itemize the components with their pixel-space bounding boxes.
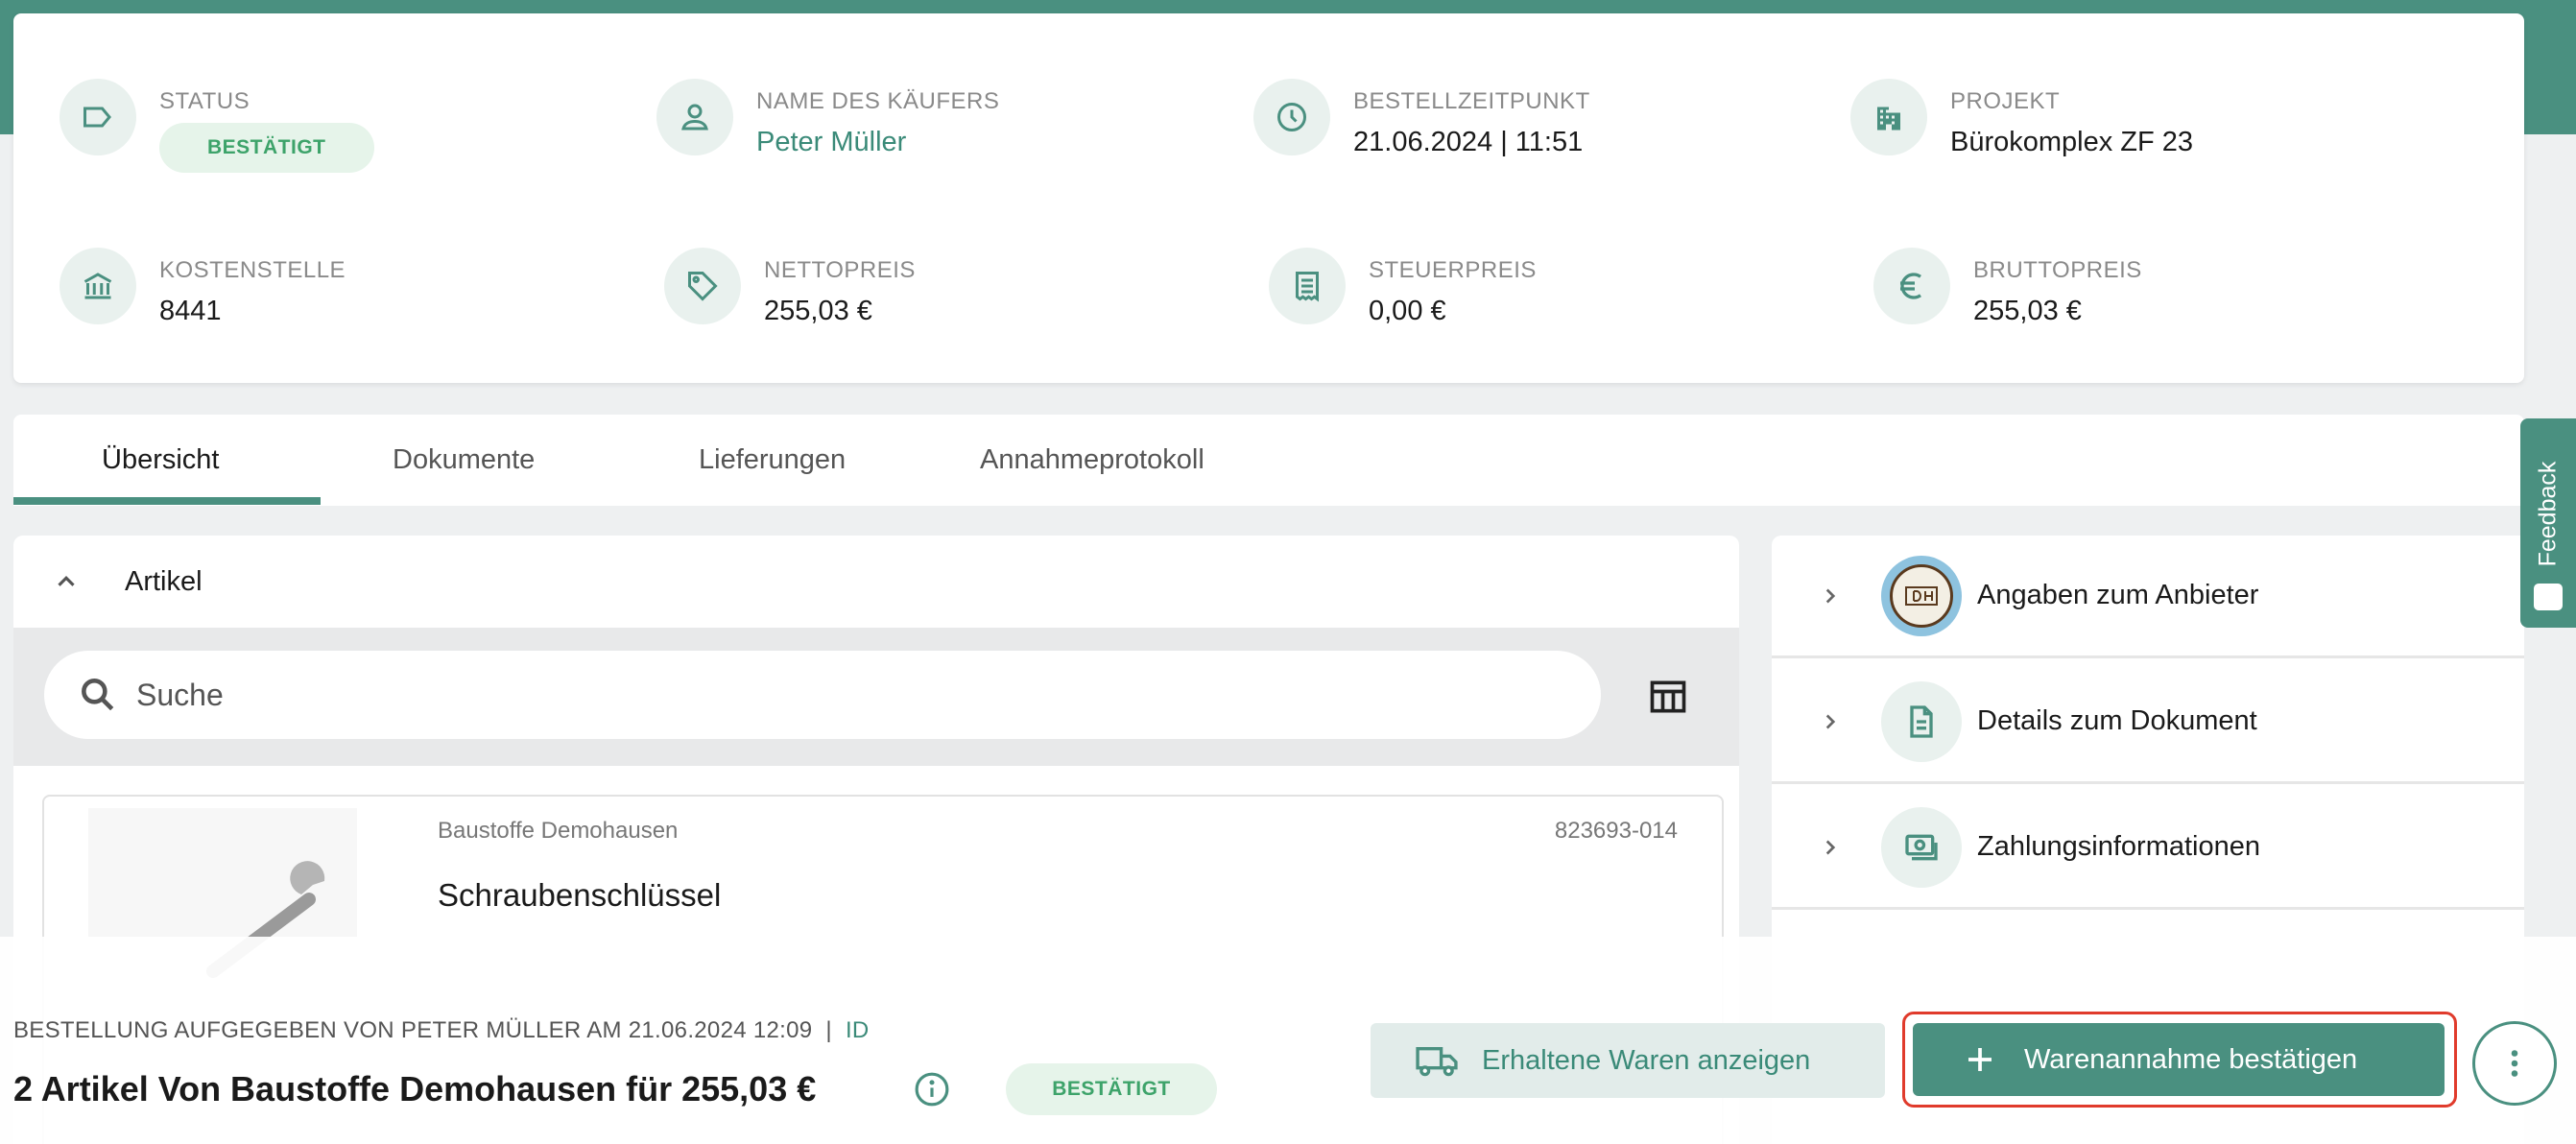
table-view-icon[interactable] — [1647, 676, 1689, 718]
order-meta: BESTELLUNG AUFGEGEBEN VON PETER MÜLLER A… — [13, 1017, 870, 1044]
vendor-logo-mark — [1905, 585, 1938, 606]
plus-icon — [1968, 1048, 1992, 1071]
euro-icon — [1873, 248, 1950, 324]
order-meta-text: BESTELLUNG AUFGEGEBEN VON PETER MÜLLER A… — [13, 1017, 813, 1043]
articles-title: Artikel — [125, 565, 203, 597]
order-time-value: 21.06.2024 | 11:51 — [1353, 127, 1584, 157]
article-sku: 823693-014 — [1554, 818, 1678, 844]
project-value: Bürokomplex ZF 23 — [1950, 127, 2194, 157]
feedback-tab[interactable]: Feedback — [2520, 418, 2576, 628]
label-icon — [60, 79, 136, 155]
net-price-field: NETTOPREIS 255,03 € — [664, 248, 916, 327]
tab-dokumente[interactable]: Dokumente — [393, 415, 535, 506]
status-label: STATUS — [159, 88, 250, 114]
cost-center-label: KOSTENSTELLE — [159, 257, 346, 283]
vendor-logo — [1881, 555, 1962, 636]
tag-icon — [664, 248, 741, 324]
project-label: PROJEKT — [1950, 88, 2061, 114]
buyer-link[interactable]: Peter Müller — [756, 127, 999, 158]
order-summary-card: STATUS BESTÄTIGT NAME DES KÄUFERS Peter … — [13, 13, 2524, 383]
order-id-link[interactable]: ID — [846, 1017, 870, 1043]
side-row-payment-label: Zahlungsinformationen — [1977, 831, 2261, 862]
feedback-icon — [2534, 584, 2563, 610]
active-tab-indicator — [13, 497, 321, 505]
tax-price-label: STEUERPREIS — [1369, 257, 1537, 283]
person-icon — [656, 79, 733, 155]
more-options-button[interactable] — [2472, 1021, 2557, 1106]
tax-price-field: STEUERPREIS 0,00 € — [1269, 248, 1537, 327]
tab-bar: Übersicht Dokumente Lieferungen Annahmep… — [13, 415, 2524, 506]
building-icon — [1850, 79, 1927, 155]
search-strip — [13, 628, 1739, 766]
cost-center-field: KOSTENSTELLE 8441 — [60, 248, 346, 327]
tax-price-value: 0,00 € — [1369, 296, 1446, 326]
search-box[interactable] — [44, 651, 1601, 739]
side-row-document[interactable]: Details zum Dokument — [1772, 661, 2524, 784]
side-row-payment[interactable]: Zahlungsinformationen — [1772, 787, 2524, 910]
status-field: STATUS BESTÄTIGT — [60, 79, 374, 173]
gross-price-value: 255,03 € — [1973, 296, 2082, 326]
buyer-label: NAME DES KÄUFERS — [756, 88, 1000, 114]
bank-icon — [60, 248, 136, 324]
order-title: 2 Artikel Von Baustoffe Demohausen für 2… — [13, 1069, 817, 1108]
meta-separator: | — [825, 1017, 832, 1043]
articles-header[interactable]: Artikel — [13, 536, 1739, 628]
show-received-goods-button[interactable]: Erhaltene Waren anzeigen — [1371, 1023, 1885, 1098]
side-row-document-label: Details zum Dokument — [1977, 705, 2257, 736]
status-badge: BESTÄTIGT — [159, 123, 374, 173]
more-vertical-icon — [2511, 1050, 2518, 1077]
chevron-up-icon[interactable] — [52, 567, 81, 596]
net-price-value: 255,03 € — [764, 296, 872, 326]
clock-icon — [1253, 79, 1330, 155]
chevron-right-icon — [1825, 588, 1836, 603]
order-time-label: BESTELLZEITPUNKT — [1353, 88, 1590, 114]
order-time-field: BESTELLZEITPUNKT 21.06.2024 | 11:51 — [1253, 79, 1590, 158]
side-row-vendor[interactable]: Angaben zum Anbieter — [1772, 536, 2524, 658]
chevron-right-icon — [1825, 714, 1836, 728]
project-field: PROJEKT Bürokomplex ZF 23 — [1850, 79, 2193, 158]
receipt-icon — [1269, 248, 1346, 324]
feedback-label: Feedback — [2534, 461, 2562, 566]
payment-icon — [1881, 806, 1962, 888]
net-price-label: NETTOPREIS — [764, 257, 916, 283]
tab-lieferungen[interactable]: Lieferungen — [699, 415, 846, 506]
article-name: Schraubenschlüssel — [438, 877, 722, 913]
footer-status-badge: BESTÄTIGT — [1006, 1063, 1217, 1115]
article-vendor: Baustoffe Demohausen — [438, 818, 679, 844]
gross-price-label: BRUTTOPREIS — [1973, 257, 2142, 283]
side-row-vendor-label: Angaben zum Anbieter — [1977, 580, 2259, 610]
confirm-goods-receipt-button[interactable]: Warenannahme bestätigen — [1913, 1023, 2445, 1096]
tab-annahmeprotokoll[interactable]: Annahmeprotokoll — [980, 415, 1205, 506]
document-icon — [1881, 680, 1962, 762]
cost-center-value: 8441 — [159, 296, 222, 326]
chevron-right-icon — [1825, 840, 1836, 854]
gross-price-field: BRUTTOPREIS 255,03 € — [1873, 248, 2142, 327]
search-input[interactable] — [136, 677, 1480, 713]
tab-uebersicht[interactable]: Übersicht — [102, 415, 220, 506]
truck-icon — [1416, 1047, 1458, 1077]
buyer-field: NAME DES KÄUFERS Peter Müller — [656, 79, 999, 158]
info-icon[interactable] — [914, 1071, 950, 1108]
show-received-goods-label: Erhaltene Waren anzeigen — [1482, 1044, 1811, 1076]
confirm-goods-receipt-label: Warenannahme bestätigen — [2024, 1043, 2358, 1075]
search-icon — [82, 679, 114, 711]
